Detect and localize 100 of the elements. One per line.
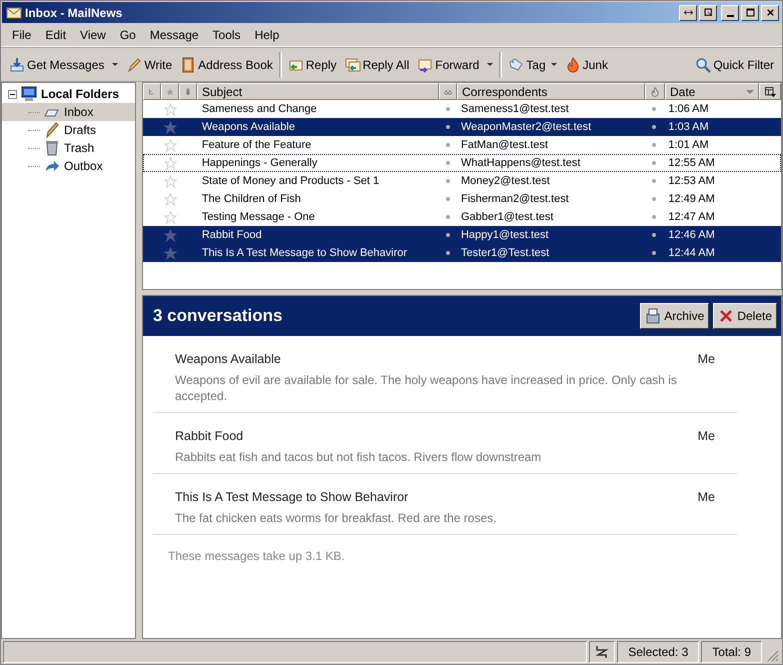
column-header[interactable]: Correspondents [457,83,645,100]
date-cell-text: 12:55 AM [667,157,716,169]
window-title: Inbox - MailNews [25,6,124,20]
search-icon [695,56,712,72]
star-icon [164,246,178,260]
menu-item[interactable]: Go [112,28,143,42]
dot-icon [446,179,450,183]
restore-button[interactable] [699,4,717,20]
dot-icon [652,233,656,237]
message-row[interactable]: State of Money and Products - Set 1 Money2@test.test 12:53 AM [143,172,781,190]
menu-item[interactable]: Tools [206,28,248,42]
toolbar-button[interactable]: Write [122,52,176,76]
resize-button[interactable] [679,4,697,20]
total-count: Total: 9 [701,641,762,663]
conversation-subject[interactable]: Rabbit Food [175,429,244,443]
maximize-icon [744,7,756,18]
folder-item[interactable]: Local Folders [2,85,135,103]
folder-item[interactable]: Trash [2,139,135,157]
dot-icon [652,251,656,255]
message-row[interactable]: Rabbit Food Happy1@test.test 12:46 AM [143,226,781,244]
menu-item[interactable]: File [5,28,38,42]
selected-count: Selected: 3 [617,641,700,663]
paperclip-icon [184,86,192,98]
dot-icon [446,233,450,237]
message-row[interactable]: Weapons Available WeaponMaster2@test.test 1:03 AM [143,118,781,136]
subject-cell-text: Happenings - Generally [200,157,318,169]
envelope-icon [6,4,22,20]
toolbar-button[interactable]: Forward [413,52,484,76]
summary-title: 3 conversations [153,306,284,326]
dot-icon [446,197,450,201]
window-icon [702,7,714,18]
correspondent-cell-text: Tester1@Test.test [460,247,550,259]
correspondent-cell-text: Sameness1@test.test [460,103,570,115]
column-header[interactable] [759,83,781,100]
toolbar-button[interactable]: Junk [560,52,612,76]
subject-cell-text: This Is A Test Message to Show Behaviror [200,247,408,259]
archive-button[interactable]: Archive [640,303,710,329]
dot-icon [446,107,450,111]
date-cell-text: 12:46 AM [667,229,716,241]
message-row[interactable]: Testing Message - One Gabber1@test.test 12:47 AM [143,208,781,226]
correspondent-cell-text: Fisherman2@test.test [460,193,570,205]
menu-item[interactable]: Message [142,28,206,42]
archive-icon [645,308,662,324]
maximize-button[interactable] [741,4,759,20]
dot-icon [446,251,450,255]
folder-item[interactable]: Drafts [2,121,135,139]
correspondent-cell-text: FatMan@test.test [460,139,549,151]
column-header[interactable]: Date [665,83,759,100]
tag-icon [508,56,524,72]
folder-item[interactable]: Outbox [2,157,135,175]
message-row[interactable]: Happenings - Generally WhatHappens@test.test 12:55 AM [143,154,781,172]
book-icon [180,56,196,72]
dot-icon [446,143,450,147]
toolbar-button[interactable]: Address Book [176,52,277,76]
conversation-subject[interactable]: This Is A Test Message to Show Behaviror [175,490,408,504]
subject-cell-text: Feature of the Feature [200,139,312,151]
conversation-snippet: Rabbits eat fish and tacos but not fish tacos. Rivers flow downstream [175,449,542,465]
toolbar-button[interactable]: Get Messages [5,52,108,76]
message-row[interactable]: Sameness and Change Sameness1@test.test 1:06 AM [143,100,781,118]
close-button[interactable] [761,4,779,20]
star-icon [164,102,178,116]
dot-icon [652,197,656,201]
date-cell-text: 12:53 AM [667,175,716,187]
toolbar-button[interactable]: Quick Filter [691,52,778,76]
folder-item[interactable]: Inbox [2,103,135,121]
subject-cell-text: State of Money and Products - Set 1 [200,175,380,187]
dot-icon [652,143,656,147]
envelopes-arrow-icon [344,56,361,72]
conversation-sender: Me [698,352,715,366]
column-header[interactable]: Subject [197,83,439,100]
message-row[interactable]: Feature of the Feature FatMan@test.test 1:01 AM [143,136,781,154]
minimize-button[interactable] [721,4,739,20]
message-row[interactable]: This Is A Test Message to Show Behaviror Tester1@Test.test 12:44 AM [143,244,781,262]
toolbar-button[interactable]: Reply [284,52,341,76]
caret-icon [112,63,118,66]
date-cell-text: 12:49 AM [667,193,716,205]
computer-icon [21,86,37,102]
flame-icon [650,86,660,98]
toolbar-button[interactable]: Tag [504,52,561,76]
connection-icon [594,644,610,660]
conversation-sender: Me [698,429,715,443]
dot-icon [652,161,656,165]
menu-item[interactable]: Help [248,28,286,42]
toolbar-button[interactable]: Reply All [340,52,414,76]
dot-icon [446,125,450,129]
pencil-icon [126,56,142,72]
message-row[interactable]: The Children of Fish Fisherman2@test.test 12:49 AM [143,190,781,208]
correspondent-cell-text: Happy1@test.test [460,229,550,241]
menu-item[interactable]: Edit [38,28,74,42]
subject-cell-text: Sameness and Change [200,103,318,115]
subject-cell-text: The Children of Fish [200,193,302,205]
delete-button[interactable]: Delete [713,303,777,329]
subject-cell-text: Rabbit Food [200,229,263,241]
conversation-snippet: The fat chicken eats worms for breakfast. Red are the roses. [175,510,498,526]
date-cell-text: 1:06 AM [667,103,710,115]
star-icon [164,120,178,134]
date-cell-text: 1:03 AM [667,121,710,133]
menu-item[interactable]: View [73,28,113,42]
conversation-subject[interactable]: Weapons Available [175,352,281,366]
star-icon [164,156,178,170]
